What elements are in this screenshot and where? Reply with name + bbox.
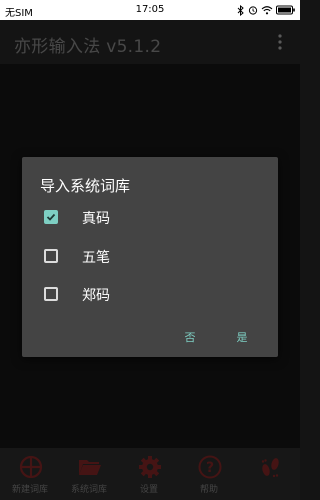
- checkbox-unchecked[interactable]: [44, 287, 58, 301]
- option-label: 郑码: [82, 288, 110, 304]
- option-label: 真码: [82, 211, 110, 227]
- alarm-icon: [248, 5, 258, 15]
- option-zhenma[interactable]: 真码: [22, 200, 278, 234]
- option-label: 五笔: [82, 250, 110, 266]
- bluetooth-icon: [237, 4, 245, 16]
- no-button[interactable]: 否: [175, 329, 205, 345]
- checkbox-unchecked[interactable]: [44, 249, 58, 263]
- import-dict-dialog: 导入系统词库 真码 五笔 郑码 否 是: [22, 157, 278, 357]
- option-wubi[interactable]: 五笔: [22, 239, 278, 273]
- status-bar: 无SIM 17:05: [0, 0, 300, 20]
- battery-icon: [276, 5, 296, 15]
- checkbox-checked[interactable]: [44, 210, 58, 224]
- dialog-title: 导入系统词库: [40, 177, 131, 195]
- option-zhengma[interactable]: 郑码: [22, 277, 278, 311]
- yes-button[interactable]: 是: [227, 329, 257, 345]
- wifi-icon: [261, 5, 273, 15]
- status-icons: [237, 3, 296, 17]
